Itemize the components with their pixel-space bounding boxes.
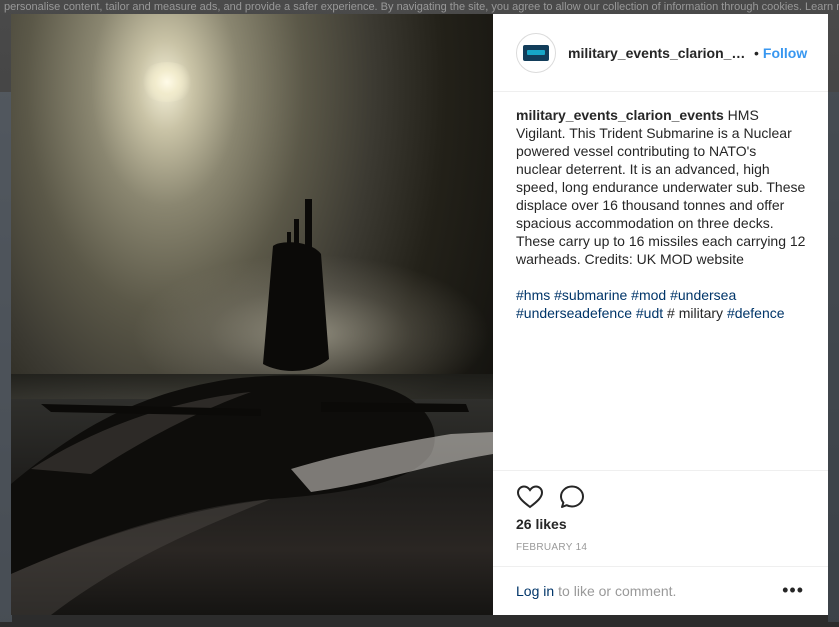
- post-caption: military_events_clarion_events HMS Vigil…: [516, 106, 806, 322]
- post-date[interactable]: FEBRUARY 14: [516, 542, 587, 553]
- post-sidebar: military_events_clarion_ev... • Follow m…: [493, 14, 828, 615]
- action-buttons: [516, 483, 586, 511]
- heart-icon[interactable]: [516, 483, 544, 511]
- post-modal: military_events_clarion_ev... • Follow m…: [11, 14, 828, 615]
- post-actions: [493, 470, 828, 509]
- login-link[interactable]: Log in: [516, 583, 554, 599]
- comment-bubble-icon[interactable]: [558, 483, 586, 511]
- submarine-silhouette: [11, 199, 493, 615]
- clarion-logo-icon: [523, 44, 549, 61]
- hashtag-list: #hms #submarine #mod #undersea #undersea…: [516, 286, 806, 322]
- follow-separator: •: [754, 44, 759, 61]
- hashtag-link[interactable]: #submarine: [554, 287, 627, 303]
- login-prompt-text: to like or comment.: [558, 583, 677, 599]
- avatar[interactable]: [516, 32, 556, 73]
- caption-text: HMS Vigilant. This Trident Submarine is …: [516, 107, 806, 267]
- hashtag-link[interactable]: #defence: [727, 305, 785, 321]
- post-username[interactable]: military_events_clarion_ev...: [568, 45, 746, 61]
- follow-button[interactable]: Follow: [763, 45, 807, 61]
- post-header: military_events_clarion_ev... • Follow: [493, 14, 828, 92]
- comment-bar: Log in to like or comment. •••: [493, 566, 828, 615]
- hashtag-link[interactable]: #mod: [631, 287, 666, 303]
- hashtag-link[interactable]: #hms: [516, 287, 550, 303]
- caption-username[interactable]: military_events_clarion_events: [516, 107, 724, 123]
- hashtag-link[interactable]: #udt: [636, 305, 663, 321]
- likes-count[interactable]: 26 likes: [516, 516, 567, 532]
- more-options-icon[interactable]: •••: [782, 581, 804, 599]
- plain-hashtag-text: # military: [667, 305, 724, 321]
- background-content-right: [828, 92, 839, 622]
- hashtag-link[interactable]: #undersea: [670, 287, 736, 303]
- hashtag-link[interactable]: #underseadefence: [516, 305, 632, 321]
- post-photo: [11, 14, 493, 615]
